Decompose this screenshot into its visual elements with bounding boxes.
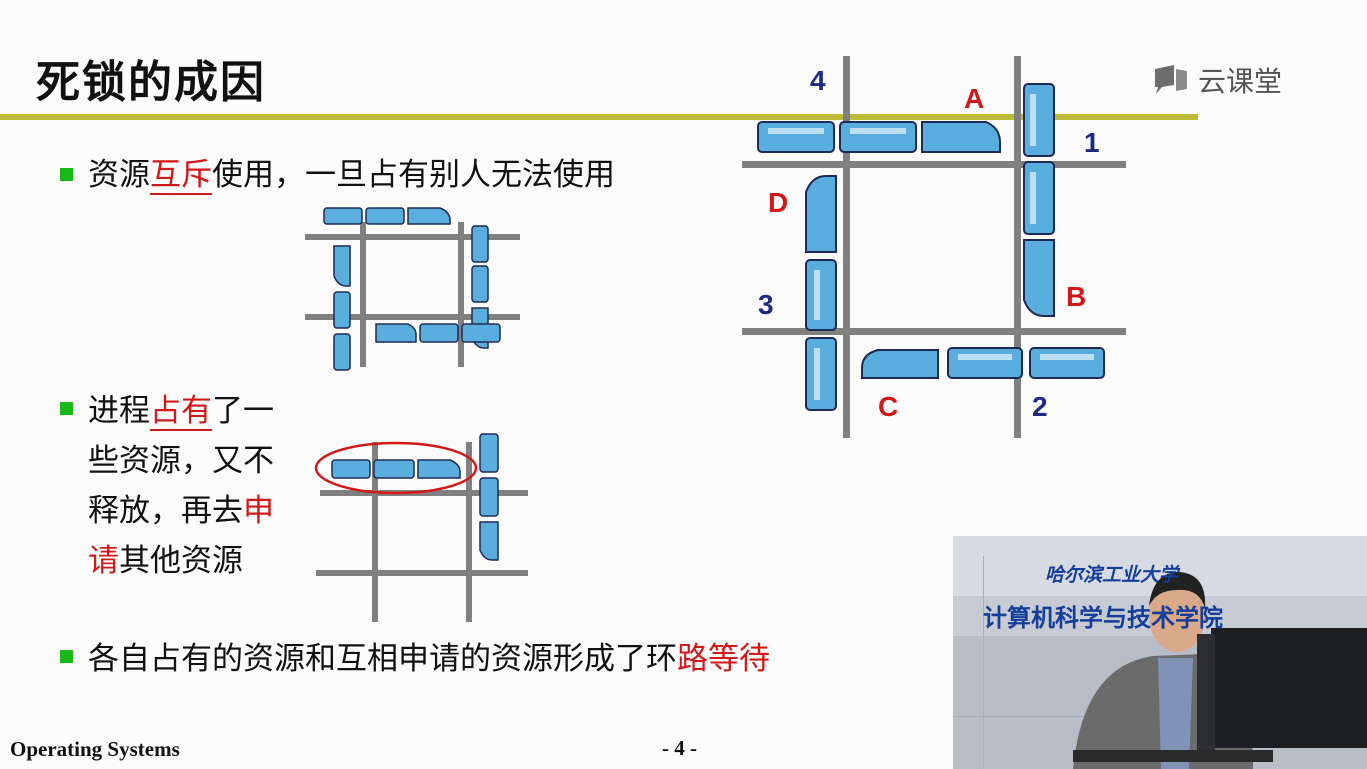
train-b-car-1 (1023, 83, 1055, 157)
train-d-car-2 (805, 337, 837, 411)
train-car (333, 291, 351, 329)
bullet-1-text: 资源互斥使用，一旦占有别人无法使用 (88, 150, 615, 200)
train-d-engine (805, 175, 837, 253)
deadlock-diagram: 4 1 3 2 A B C D (742, 56, 1126, 438)
chat-bubble-icon (1155, 65, 1187, 94)
train-car (471, 225, 489, 263)
train-car (461, 323, 501, 343)
page-number: - 4 - (662, 736, 697, 760)
bullet-3-pre: 各自占有的资源和互相申请的资源形成了环 (88, 641, 677, 677)
train-c-car-2 (1029, 347, 1105, 379)
train-a-car-1 (757, 121, 835, 153)
train-engine (417, 459, 461, 479)
train-car (365, 207, 405, 225)
bullet-2-line-3-pre: 释放，再去 (88, 493, 243, 529)
train-car (333, 333, 351, 371)
train-car (471, 265, 489, 303)
train-car (373, 459, 415, 479)
road-label-4: 4 (810, 65, 826, 96)
road-1 (742, 161, 1126, 168)
bullet-3-highlight: 路等待 (677, 641, 770, 677)
train-b-car-2 (1023, 161, 1055, 235)
bullet-2-line-3-red: 申 (243, 493, 274, 529)
road-v-left (360, 222, 366, 367)
train-b-engine (1023, 239, 1055, 317)
bullet-marker (60, 402, 73, 415)
bullet-2-text: 进程占有了一 些资源，又不 释放，再去申 请其他资源 (88, 386, 274, 586)
logo-text: 云课堂 (1198, 65, 1283, 98)
train-a-car-2 (839, 121, 917, 153)
train-d-car-1 (805, 259, 837, 331)
banner-university: 哈尔滨工业大学 (1045, 564, 1179, 586)
bullet-2-line-4-post: 其他资源 (119, 543, 243, 579)
road-3 (742, 328, 1126, 335)
train-engine (375, 323, 417, 343)
bullet-2-pre: 进程 (88, 393, 150, 429)
banner-school: 计算机科学与技术学院 (983, 604, 1223, 632)
road-v-right (458, 222, 464, 367)
train-label-b: B (1066, 281, 1086, 312)
train-car (331, 459, 371, 479)
hold-wait-diagram (314, 433, 528, 622)
bullet-2-line-1: 进程占有了一 (88, 386, 274, 436)
bullet-2-line-4-red: 请 (88, 543, 119, 579)
train-label-a: A (964, 83, 984, 114)
train-engine (333, 245, 351, 287)
train-engine (407, 207, 451, 225)
footer-course-name: Operating Systems (10, 737, 180, 761)
bullet-1-highlight: 互斥 (150, 157, 212, 195)
keyboard (1073, 750, 1273, 762)
train-label-c: C (878, 391, 898, 422)
bullet-2-line-2: 些资源，又不 (88, 443, 274, 479)
slide-title: 死锁的成因 (36, 57, 266, 108)
bullet-2-line-3: 释放，再去申 (88, 486, 274, 536)
train-car (323, 207, 363, 225)
road-4 (843, 56, 850, 438)
road-v-right (466, 442, 472, 622)
bullet-2-post: 了一 (212, 393, 274, 429)
train-engine (479, 521, 499, 561)
road-2 (1014, 56, 1021, 438)
road-label-2: 2 (1032, 391, 1048, 422)
road-label-3: 3 (758, 289, 774, 320)
train-car (479, 477, 499, 517)
train-label-d: D (768, 187, 788, 218)
bullet-2-line-4: 请其他资源 (88, 536, 274, 586)
road-h-bottom (316, 570, 528, 576)
bullet-1-post: 使用，一旦占有别人无法使用 (212, 157, 615, 193)
road-label-1: 1 (1084, 127, 1100, 158)
train-car (419, 323, 459, 343)
train-a-engine (921, 121, 1001, 153)
bullet-3-text: 各自占有的资源和互相申请的资源形成了环路等待 (88, 634, 770, 684)
train-c-engine (861, 349, 939, 379)
train-c-car-1 (947, 347, 1023, 379)
lecturer-video: 哈尔滨工业大学 计算机科学与技术学院 (953, 536, 1367, 769)
bullet-2-highlight: 占有 (150, 393, 212, 431)
logo: 云课堂 (1152, 60, 1282, 100)
bullet-marker (60, 168, 73, 181)
bullet-1-pre: 资源 (88, 157, 150, 193)
bullet-marker (60, 650, 73, 663)
monitor (1211, 628, 1367, 748)
train-car (479, 433, 499, 473)
mutex-diagram (305, 207, 520, 371)
